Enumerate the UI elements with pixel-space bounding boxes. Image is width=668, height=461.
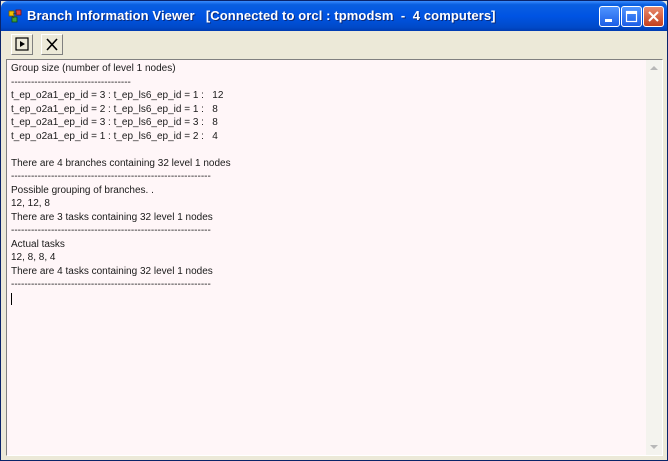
up-arrow-icon [650,66,658,70]
app-icon [8,9,22,23]
output-line: ------------------------------------ [11,76,131,88]
vertical-scrollbar[interactable] [646,60,662,455]
output-line: There are 3 tasks containing 32 level 1 … [11,211,213,223]
output-line: Possible grouping of branches. . [11,184,154,196]
output-line: t_ep_o2a1_ep_id = 3 : t_ep_ls6_ep_id = 1… [11,90,224,101]
output-line: ----------------------------------------… [11,225,211,236]
toolbar [5,33,665,57]
cancel-button[interactable] [41,34,63,55]
output-line: 12, 8, 8, 4 [11,252,56,263]
output-line: ----------------------------------------… [11,279,211,290]
close-icon [648,11,659,22]
run-icon [15,37,29,51]
maximize-button[interactable] [621,6,642,27]
minimize-icon [605,19,612,22]
output-text: Group size (number of level 1 nodes) ----… [11,62,641,452]
run-button[interactable] [11,34,33,55]
close-x-icon [46,38,58,51]
scroll-up-button[interactable] [646,60,662,76]
output-line: There are 4 tasks containing 32 level 1 … [11,265,213,277]
maximize-icon [625,10,638,23]
output-line: Actual tasks [11,238,65,250]
text-caret [11,292,12,305]
window-title: Branch Information Viewer [Connected to … [27,8,496,23]
output-line: Group size (number of level 1 nodes) [11,63,176,74]
output-line: There are 4 branches containing 32 level… [11,157,231,169]
app-window: Branch Information Viewer [Connected to … [0,0,668,461]
title-bar[interactable]: Branch Information Viewer [Connected to … [1,1,667,31]
output-line: t_ep_o2a1_ep_id = 3 : t_ep_ls6_ep_id = 3… [11,117,218,128]
output-line: 12, 12, 8 [11,198,50,209]
output-line: ----------------------------------------… [11,171,211,182]
output-textarea[interactable]: Group size (number of level 1 nodes) ----… [6,59,663,456]
scroll-down-button[interactable] [646,439,662,455]
down-arrow-icon [650,445,658,449]
output-line: t_ep_o2a1_ep_id = 2 : t_ep_ls6_ep_id = 1… [11,103,218,115]
minimize-button[interactable] [599,6,620,27]
close-button[interactable] [643,6,664,27]
output-line: t_ep_o2a1_ep_id = 1 : t_ep_ls6_ep_id = 2… [11,130,218,142]
